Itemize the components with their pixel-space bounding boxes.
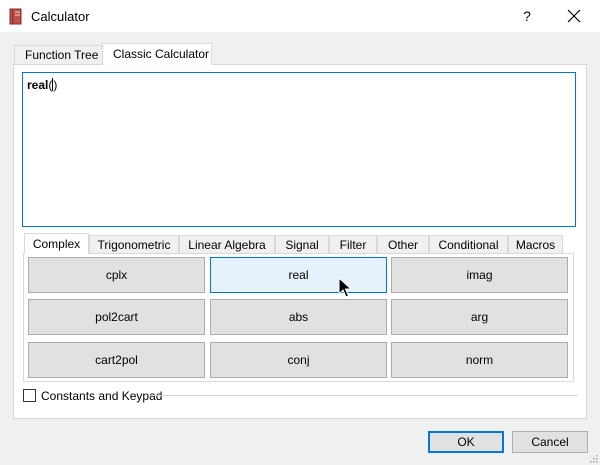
tab-label: Classic Calculator <box>113 47 210 61</box>
expression-editor[interactable]: real() <box>22 72 576 227</box>
window-title: Calculator <box>31 9 90 24</box>
resize-grip-icon[interactable] <box>588 453 598 463</box>
expression-text: real() <box>27 78 57 92</box>
tab-function-tree[interactable]: Function Tree <box>14 45 109 64</box>
tab-complex[interactable]: Complex <box>24 233 89 254</box>
arg-button[interactable]: arg <box>391 299 568 335</box>
cart2pol-button[interactable]: cart2pol <box>28 342 205 378</box>
real-button[interactable]: real <box>210 257 387 293</box>
tab-trigonometric[interactable]: Trigonometric <box>89 235 179 253</box>
tab-classic-calculator[interactable]: Classic Calculator <box>102 43 212 65</box>
imag-button[interactable]: imag <box>391 257 568 293</box>
tab-macros[interactable]: Macros <box>508 235 563 253</box>
title-bar: Calculator ? <box>0 0 600 33</box>
constants-keypad-group: Constants and Keypad <box>23 389 578 403</box>
ok-button[interactable]: OK <box>428 431 504 453</box>
conj-button[interactable]: conj <box>210 342 387 378</box>
cplx-button[interactable]: cplx <box>28 257 205 293</box>
cancel-button[interactable]: Cancel <box>512 431 588 453</box>
close-icon[interactable] <box>558 0 590 33</box>
abs-button[interactable]: abs <box>210 299 387 335</box>
norm-button[interactable]: norm <box>391 342 568 378</box>
pol2cart-button[interactable]: pol2cart <box>28 299 205 335</box>
constants-keypad-label[interactable]: Constants and Keypad <box>41 389 162 403</box>
tab-label: Macros <box>515 238 556 252</box>
close-paren: ) <box>53 78 58 92</box>
tab-filter[interactable]: Filter <box>329 235 377 253</box>
group-divider <box>149 395 578 396</box>
tab-other[interactable]: Other <box>377 235 429 253</box>
tab-label: Other <box>387 238 418 252</box>
tab-label: Trigonometric <box>97 238 171 252</box>
tab-label: Complex <box>32 237 81 251</box>
tab-label: Function Tree <box>25 48 99 62</box>
tab-linear-algebra[interactable]: Linear Algebra <box>179 235 275 253</box>
mouse-cursor-icon <box>338 277 352 298</box>
tab-label: Conditional <box>438 238 499 252</box>
tab-label: Linear Algebra <box>188 238 266 252</box>
expression-function: real <box>27 78 49 92</box>
tab-label: Filter <box>339 238 367 252</box>
tab-label: Signal <box>285 238 319 252</box>
calculator-book-icon <box>9 8 22 25</box>
help-button[interactable]: ? <box>512 0 542 33</box>
tab-conditional[interactable]: Conditional <box>429 235 508 253</box>
tab-signal[interactable]: Signal <box>275 235 329 253</box>
constants-keypad-checkbox[interactable] <box>23 389 36 402</box>
